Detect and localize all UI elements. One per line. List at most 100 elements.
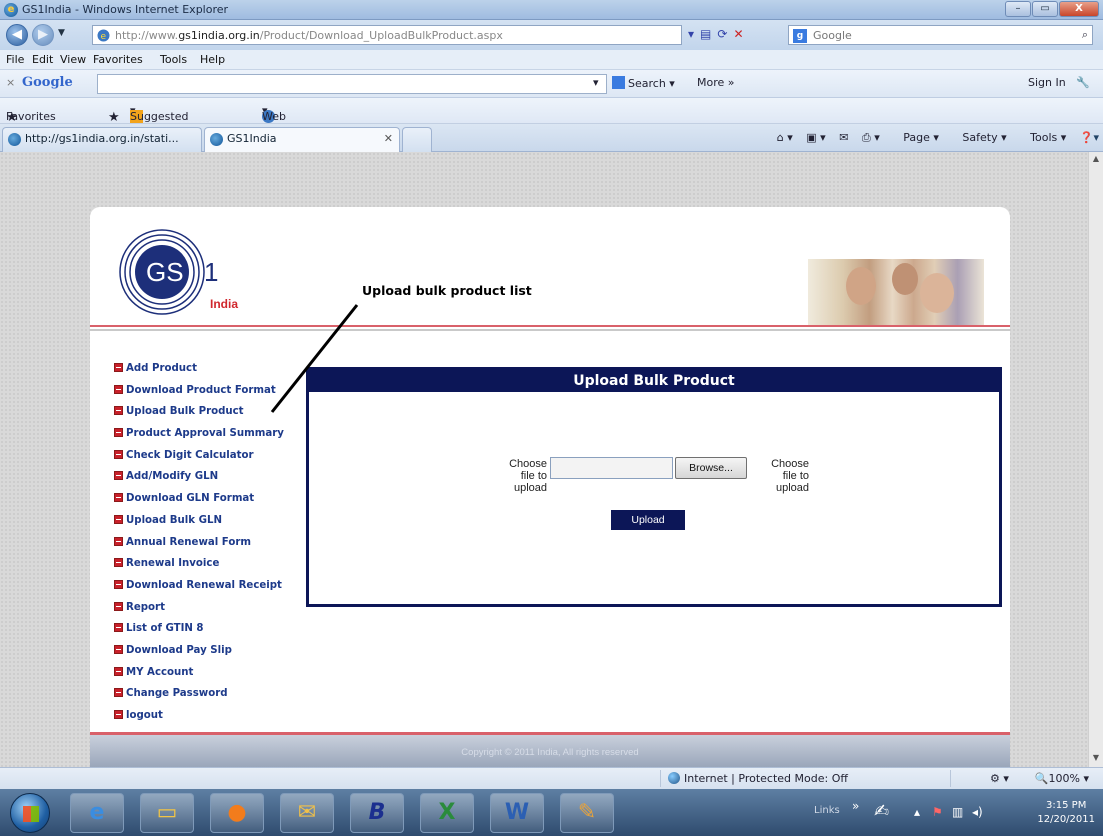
wrench-icon[interactable]: 🔧 (1076, 76, 1090, 89)
mail-app-icon: ✉ (297, 800, 317, 825)
new-tab-button[interactable] (402, 127, 432, 152)
pen-tray-icon[interactable]: ✍ (874, 801, 889, 822)
search-field[interactable]: g Google ⌕ (788, 25, 1093, 45)
sidebar-item-renewal-invoice[interactable]: Renewal Invoice (114, 558, 314, 580)
sign-in-link[interactable]: Sign In (1028, 76, 1066, 89)
sidebar-item-product-approval-summary[interactable]: Product Approval Summary (114, 428, 314, 450)
folder-icon: ▭ (156, 800, 178, 825)
favorites-bar: ★ Favorites ★ Suggested Sites ▾ Web Slic… (0, 98, 1103, 149)
minimize-button[interactable]: – (1005, 1, 1031, 17)
action-center-icon[interactable]: ⚑ (932, 805, 943, 819)
protected-mode-icon[interactable]: ⚙ ▾ (990, 772, 1009, 785)
taskbar-ie[interactable]: e (70, 793, 124, 833)
help-icon[interactable]: ❓▾ (1080, 131, 1099, 144)
links-toolbar[interactable]: Links (814, 805, 840, 816)
maximize-button[interactable]: ▭ (1032, 1, 1058, 17)
tab-static-page[interactable]: http://gs1india.org.in/stati... (2, 127, 202, 152)
taskbar-explorer[interactable]: ▭ (140, 793, 194, 833)
start-button[interactable] (10, 793, 50, 833)
bullet-icon (114, 384, 123, 394)
scroll-up-icon[interactable]: ▲ (1091, 154, 1101, 166)
gs1-logo[interactable]: GS 1 India (118, 227, 238, 317)
browse-button[interactable]: Browse... (675, 457, 747, 479)
sidebar-item-logout[interactable]: logout (114, 710, 314, 732)
sidebar-item-report[interactable]: Report (114, 601, 314, 624)
stop-icon[interactable]: ✕ (733, 27, 743, 41)
history-dropdown-icon[interactable]: ▼ (58, 28, 65, 38)
menu-view[interactable]: View (60, 53, 86, 66)
sidebar-item-upload-bulk-gln[interactable]: Upload Bulk GLN (114, 514, 314, 537)
google-toolbar: × Google ▾ Search ▾ More » Sign In 🔧 (0, 70, 1103, 98)
volume-icon[interactable]: ◂) (972, 805, 983, 819)
windows-logo-icon (23, 806, 39, 822)
windows-taskbar: e ▭ ● ✉ B X W ✎ Links » ✍ ▴ ⚑ ▥ ◂) 3:15 … (0, 789, 1103, 836)
safety-menu[interactable]: Safety ▾ (952, 131, 1006, 144)
sidebar-item-add-modify-gln[interactable]: Add/Modify GLN (114, 471, 314, 493)
sidebar-item-list-of-gtin-8[interactable]: List of GTIN 8 (114, 623, 314, 645)
sidebar-item-check-digit-calculator[interactable]: Check Digit Calculator (114, 449, 314, 472)
taskbar-media-player[interactable]: ● (210, 793, 264, 833)
menu-file[interactable]: File (6, 53, 24, 66)
sidebar-item-download-renewal-receipt[interactable]: Download Renewal Receipt (114, 579, 314, 602)
google-search-button[interactable]: Search ▾ (612, 76, 675, 90)
page-content: GS 1 India Upload bulk product list Add … (90, 207, 1010, 767)
zoom-level[interactable]: 🔍100% ▾ (1035, 772, 1089, 785)
sidebar-item-my-account[interactable]: MY Account (114, 666, 314, 689)
back-button[interactable]: ◀ (6, 24, 28, 46)
sidebar-item-change-password[interactable]: Change Password (114, 688, 314, 710)
b-app-icon: B (368, 800, 386, 825)
bullet-icon (114, 536, 123, 546)
bullet-icon (114, 688, 123, 698)
file-path-input[interactable] (550, 457, 673, 479)
google-search-dropdown-icon[interactable]: ▾ (593, 76, 599, 89)
refresh-icon[interactable]: ⟳ (717, 27, 727, 41)
menu-edit[interactable]: Edit (32, 53, 53, 66)
bullet-icon (114, 428, 123, 438)
scroll-down-icon[interactable]: ▼ (1091, 753, 1101, 765)
tab-gs1india[interactable]: GS1India ✕ (204, 127, 400, 152)
vertical-scrollbar[interactable]: ▲ ▼ (1088, 152, 1103, 767)
security-zone[interactable]: Internet | Protected Mode: Off (668, 772, 848, 785)
compatibility-view-icon[interactable]: ▤ (700, 27, 711, 41)
network-icon[interactable]: ▥ (952, 805, 963, 819)
more-button[interactable]: More » (697, 76, 735, 89)
address-field[interactable]: e http://www.gs1india.org.in/Product/Dow… (92, 25, 682, 45)
sidebar-item-download-pay-slip[interactable]: Download Pay Slip (114, 644, 314, 667)
taskbar-clock[interactable]: 3:15 PM 12/20/2011 (1037, 799, 1095, 827)
home-icon[interactable]: ⌂ ▾ (777, 131, 793, 144)
page-menu[interactable]: Page ▾ (893, 131, 939, 144)
taskbar-paint[interactable]: ✎ (560, 793, 614, 833)
tools-menu[interactable]: Tools ▾ (1020, 131, 1066, 144)
bullet-icon (114, 644, 123, 654)
close-window-button[interactable]: X (1059, 1, 1099, 17)
print-icon[interactable]: ⎙ ▾ (862, 131, 880, 144)
address-dropdown-icon[interactable]: ▾ (688, 27, 694, 41)
web-slice-gallery-button[interactable]: Web Slice Gallery ▾ (262, 104, 301, 149)
upload-panel: Upload Bulk Product Choose file to uploa… (306, 367, 1002, 607)
mail-icon[interactable]: ✉ (839, 131, 848, 144)
google-search-provider-icon: g (793, 29, 807, 43)
search-icon[interactable]: ⌕ (1082, 28, 1088, 42)
taskbar-excel[interactable]: X (420, 793, 474, 833)
close-toolbar-icon[interactable]: × (6, 76, 15, 89)
menu-help[interactable]: Help (200, 53, 225, 66)
sidebar-item-download-product-format[interactable]: Download Product Format (114, 384, 314, 407)
show-hidden-icons[interactable]: ▴ (914, 805, 920, 819)
menu-tools[interactable]: Tools (160, 53, 187, 66)
taskbar-word[interactable]: W (490, 793, 544, 833)
feeds-icon[interactable]: ▣ ▾ (806, 131, 825, 144)
forward-button[interactable]: ▶ (32, 24, 54, 46)
taskbar-outlook[interactable]: ✉ (280, 793, 334, 833)
sidebar-item-annual-renewal-form[interactable]: Annual Renewal Form (114, 536, 314, 559)
ie-tab-icon (8, 133, 21, 146)
google-toolbar-search-input[interactable] (97, 74, 607, 94)
menu-favorites[interactable]: Favorites (93, 53, 143, 66)
suggested-sites-button[interactable]: Suggested Sites ▾ (130, 104, 188, 136)
upload-button[interactable]: Upload (611, 510, 685, 530)
taskbar-b-app[interactable]: B (350, 793, 404, 833)
expand-toolbar-icon[interactable]: » (852, 799, 859, 813)
close-tab-icon[interactable]: ✕ (384, 132, 393, 145)
sidebar-item-download-gln-format[interactable]: Download GLN Format (114, 493, 314, 515)
sidebar-item-add-product[interactable]: Add Product (114, 363, 314, 385)
sidebar-item-upload-bulk-product[interactable]: Upload Bulk Product (114, 406, 314, 428)
